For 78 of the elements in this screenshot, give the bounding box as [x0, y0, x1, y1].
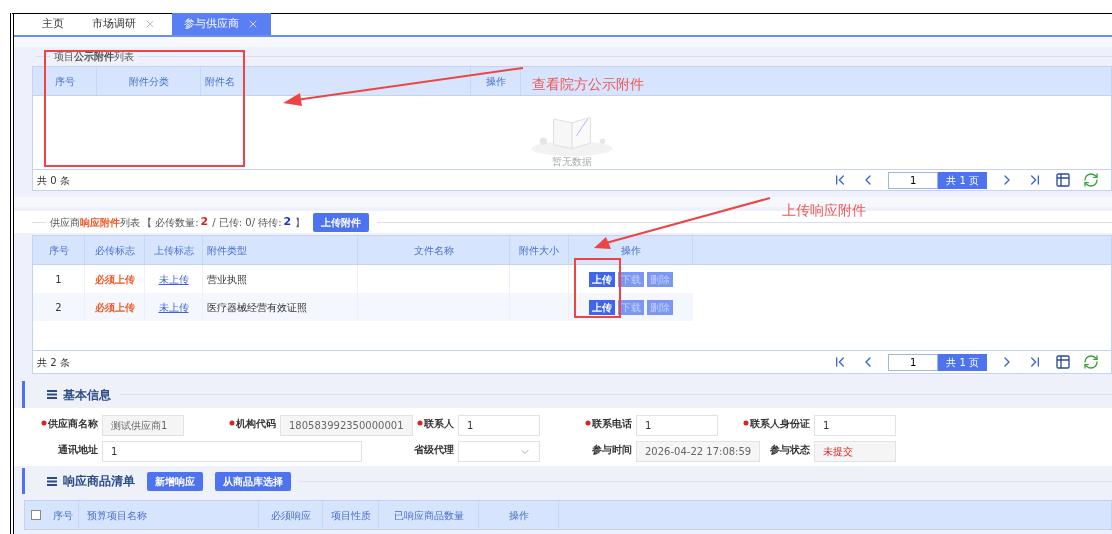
input-field[interactable]: 1 [458, 415, 540, 436]
column-header: 必须响应 [270, 508, 311, 523]
column-header: 预算项目名称 [87, 508, 147, 523]
field-label: 联系人身份证 [750, 417, 810, 430]
section-title: 响应商品清单 [63, 473, 135, 490]
table-cell-text: 营业执照 [207, 272, 247, 287]
required-label: 必须上传 [94, 300, 135, 315]
section-legend: 项目公示附件列表 [50, 48, 138, 64]
column-header: 操作 [485, 74, 506, 89]
menu-icon [47, 390, 57, 399]
count-label: 【 必传数量: [141, 215, 199, 230]
select-all-checkbox[interactable] [31, 510, 41, 520]
column-header: 序号 [52, 508, 73, 523]
action-button[interactable]: 上传 [589, 299, 615, 315]
table-cell-text: 1 [55, 272, 62, 287]
table-cell-text: 医疗器械经营有效证照 [207, 300, 307, 315]
input-field[interactable]: 180583992350000001 [280, 415, 413, 436]
column-header: 序号 [54, 74, 75, 89]
refresh-icon[interactable] [1083, 172, 1099, 188]
tab[interactable]: 市场调研 [80, 13, 168, 35]
input-field[interactable]: 1 [814, 415, 896, 436]
tab[interactable]: 主页 [30, 13, 76, 35]
toolbar-button[interactable]: 新增响应 [147, 471, 203, 491]
column-header: 操作 [508, 508, 529, 523]
column-header: 操作 [620, 243, 641, 258]
field-label: 供应商名称 [48, 417, 98, 430]
column-header: 附件大小 [519, 243, 559, 258]
column-header: 附件类型 [207, 243, 247, 258]
refresh-icon[interactable] [1083, 354, 1099, 370]
upload-status-link[interactable]: 未上传 [158, 271, 189, 287]
annotation-text: 查看院方公示附件 [532, 75, 644, 94]
table-cell-text: 2 [55, 300, 62, 315]
upload-attachment-button[interactable]: 上传附件 [313, 212, 370, 232]
required-count: 2 [199, 213, 210, 230]
required-label: 必须上传 [94, 272, 135, 287]
column-header: 项目性质 [330, 508, 371, 523]
section-legend: 供应商响应附件列表 [46, 214, 140, 230]
highlight-box [574, 258, 621, 318]
field-label: 参与时间 [592, 443, 632, 456]
table-settings-icon[interactable] [1055, 172, 1071, 188]
field-label: 联系人 [424, 417, 454, 430]
input-field[interactable]: 2026-04-22 17:08:59 [636, 441, 761, 462]
column-header: 序号 [48, 243, 69, 258]
page-input[interactable]: 1 [888, 353, 939, 371]
field-label: 通讯地址 [58, 443, 98, 456]
field-label: 联系电话 [592, 417, 632, 430]
column-header: 上传标志 [153, 243, 194, 258]
column-header: 已响应商品数量 [393, 508, 464, 523]
input-field[interactable]: 1 [636, 415, 718, 436]
count-label: 】 [294, 215, 306, 230]
tab[interactable]: 参与供应商 [172, 13, 271, 35]
page-input[interactable]: 1 [888, 171, 939, 189]
section-title: 基本信息 [63, 386, 111, 404]
select-field[interactable] [458, 441, 540, 462]
action-button[interactable]: 上传 [589, 271, 615, 287]
total-count: 共 2 条 [36, 355, 70, 370]
column-header: 附件分类 [128, 74, 169, 89]
field-label: 机构代码 [236, 417, 276, 430]
column-header: 文件名称 [413, 243, 454, 258]
toolbar-button[interactable]: 从商品库选择 [215, 471, 291, 491]
page-count: 共 1 页 [938, 171, 987, 189]
input-field[interactable]: 测试供应商1 [102, 415, 184, 436]
field-label: 省级代理 [414, 443, 454, 456]
count-label: / 已传: 0/ 待传: [211, 215, 282, 230]
annotation-text: 上传响应附件 [782, 201, 866, 220]
empty-state-text: 暂无数据 [552, 156, 592, 168]
pending-count: 2 [282, 213, 293, 230]
upload-status-link[interactable]: 未上传 [158, 299, 189, 315]
page-count: 共 1 页 [938, 353, 987, 371]
status-field: 未提交 [814, 441, 896, 462]
menu-icon [47, 476, 57, 486]
input-field[interactable]: 1 [102, 441, 362, 462]
field-label: 参与状态 [770, 443, 810, 456]
column-header: 必传标志 [94, 243, 135, 258]
close-icon[interactable] [247, 18, 259, 30]
column-header: 附件名 [205, 74, 235, 89]
table-settings-icon[interactable] [1055, 354, 1071, 370]
total-count: 共 0 条 [36, 173, 70, 188]
